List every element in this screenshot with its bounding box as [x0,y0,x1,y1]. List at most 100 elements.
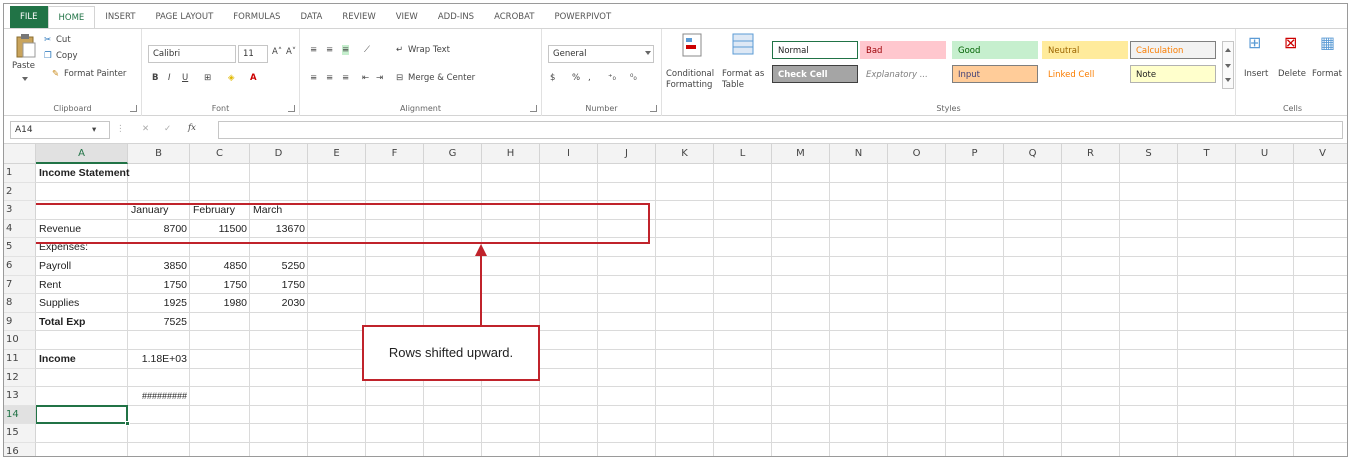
column-header-o[interactable]: O [888,144,946,164]
align-top-icon[interactable]: ≡ [310,45,317,55]
row-header-4[interactable]: 4 [4,219,36,239]
cell-a9[interactable]: Total Exp [36,313,128,331]
row-header-1[interactable]: 1 [4,164,36,183]
increase-indent-icon[interactable]: ⇥ [376,73,383,83]
row-header-12[interactable]: 12 [4,368,36,388]
decrease-indent-icon[interactable]: ⇤ [362,73,369,83]
column-header-b[interactable]: B [128,144,190,164]
font-launcher-icon[interactable] [288,105,295,112]
align-middle-icon[interactable]: ≡ [326,45,333,55]
tab-add-ins[interactable]: ADD-INS [428,6,484,28]
insert-function-icon[interactable]: fx [188,123,196,133]
row-header-16[interactable]: 16 [4,443,36,456]
column-header-s[interactable]: S [1120,144,1178,164]
cell-c8[interactable]: 1980 [190,294,250,312]
cell-d7[interactable]: 1750 [250,276,308,294]
row-header-10[interactable]: 10 [4,331,36,350]
alignment-launcher-icon[interactable] [530,105,537,112]
enter-icon[interactable]: ✓ [164,124,171,134]
row-header-8[interactable]: 8 [4,294,36,313]
column-header-n[interactable]: N [830,144,888,164]
styles-scroll-up-icon[interactable] [1225,48,1231,52]
tab-file[interactable]: FILE [10,6,48,28]
align-left-icon[interactable]: ≡ [310,73,317,83]
column-header-g[interactable]: G [424,144,482,164]
borders-icon[interactable]: ⊞ [204,73,211,83]
cell-b13[interactable]: ######### [128,387,190,405]
font-size-select[interactable]: 11 [238,45,268,63]
fill-handle[interactable] [125,421,130,427]
cancel-icon[interactable]: ✕ [142,124,149,134]
grow-font-icon[interactable]: A˄ [272,47,282,57]
column-header-j[interactable]: J [598,144,656,164]
column-header-p[interactable]: P [946,144,1004,164]
paste-button[interactable]: Paste [10,33,40,89]
cell-style-good[interactable]: Good [952,41,1038,59]
column-header-e[interactable]: E [308,144,366,164]
formula-input[interactable] [218,121,1343,139]
cell-b7[interactable]: 1750 [128,276,190,294]
styles-scroll[interactable] [1222,41,1234,89]
column-header-d[interactable]: D [250,144,308,164]
cell-style-linked-cell[interactable]: Linked Cell [1042,65,1128,83]
conditional-formatting-button[interactable]: Conditional Formatting [666,33,716,93]
format-cells-button[interactable]: ▦ Format [1312,33,1347,93]
column-header-v[interactable]: V [1294,144,1347,164]
cell-a6[interactable]: Payroll [36,257,128,275]
delete-cells-button[interactable]: ⊠ Delete [1276,33,1310,93]
underline-icon[interactable]: U [182,73,188,83]
cell-style-check-cell[interactable]: Check Cell [772,65,858,83]
row-header-2[interactable]: 2 [4,182,36,202]
cell-style-bad[interactable]: Bad [860,41,946,59]
cell-a1[interactable]: Income Statement [36,164,236,182]
font-name-select[interactable]: Calibri [148,45,236,63]
font-color-icon[interactable]: A [250,73,257,83]
styles-more-icon[interactable] [1225,78,1231,82]
cell-style-explanatory[interactable]: Explanatory ... [860,65,946,83]
column-header-k[interactable]: K [656,144,714,164]
cell-b8[interactable]: 1925 [128,294,190,312]
currency-button[interactable]: $ [550,73,555,83]
row-header-14[interactable]: 14 [4,405,36,425]
column-header-i[interactable]: I [540,144,598,164]
tab-insert[interactable]: INSERT [95,6,145,28]
align-bottom-icon[interactable]: ≡ [342,45,350,55]
number-launcher-icon[interactable] [650,105,657,112]
column-header-r[interactable]: R [1062,144,1120,164]
cell-c7[interactable]: 1750 [190,276,250,294]
cell-style-normal[interactable]: Normal [772,41,858,59]
column-header-u[interactable]: U [1236,144,1294,164]
cell-a8[interactable]: Supplies [36,294,128,312]
shrink-font-icon[interactable]: A˅ [286,47,296,57]
align-center-icon[interactable]: ≡ [326,73,333,83]
cell-style-neutral[interactable]: Neutral [1042,41,1128,59]
row-header-6[interactable]: 6 [4,257,36,276]
decrease-decimal-icon[interactable]: ⁰₀ [630,73,637,83]
cell-style-note[interactable]: Note [1130,65,1216,83]
cell-c6[interactable]: 4850 [190,257,250,275]
row-header-13[interactable]: 13 [4,387,36,406]
tab-view[interactable]: VIEW [386,6,428,28]
tab-home[interactable]: HOME [47,6,96,28]
cell-d6[interactable]: 5250 [250,257,308,275]
insert-cells-button[interactable]: ⊞ Insert [1242,33,1272,93]
row-header-15[interactable]: 15 [4,424,36,443]
fill-color-icon[interactable]: ◈ [228,73,235,83]
increase-decimal-icon[interactable]: ⁺₀ [608,73,616,83]
align-right-icon[interactable]: ≡ [342,73,349,83]
cell-b11[interactable]: 1.18E+03 [128,350,190,368]
orientation-icon[interactable]: ⟋ [364,45,370,55]
cell-b9[interactable]: 7525 [128,313,190,331]
italic-icon[interactable]: I [168,73,171,83]
cell-style-calculation[interactable]: Calculation [1130,41,1216,59]
row-header-3[interactable]: 3 [4,201,36,220]
column-header-f[interactable]: F [366,144,424,164]
cell-a7[interactable]: Rent [36,276,128,294]
tab-powerpivot[interactable]: POWERPIVOT [544,6,621,28]
column-header-c[interactable]: C [190,144,250,164]
row-header-9[interactable]: 9 [4,312,36,332]
tab-review[interactable]: REVIEW [332,6,385,28]
cell-b6[interactable]: 3850 [128,257,190,275]
percent-button[interactable]: % [572,73,580,83]
column-header-l[interactable]: L [714,144,772,164]
